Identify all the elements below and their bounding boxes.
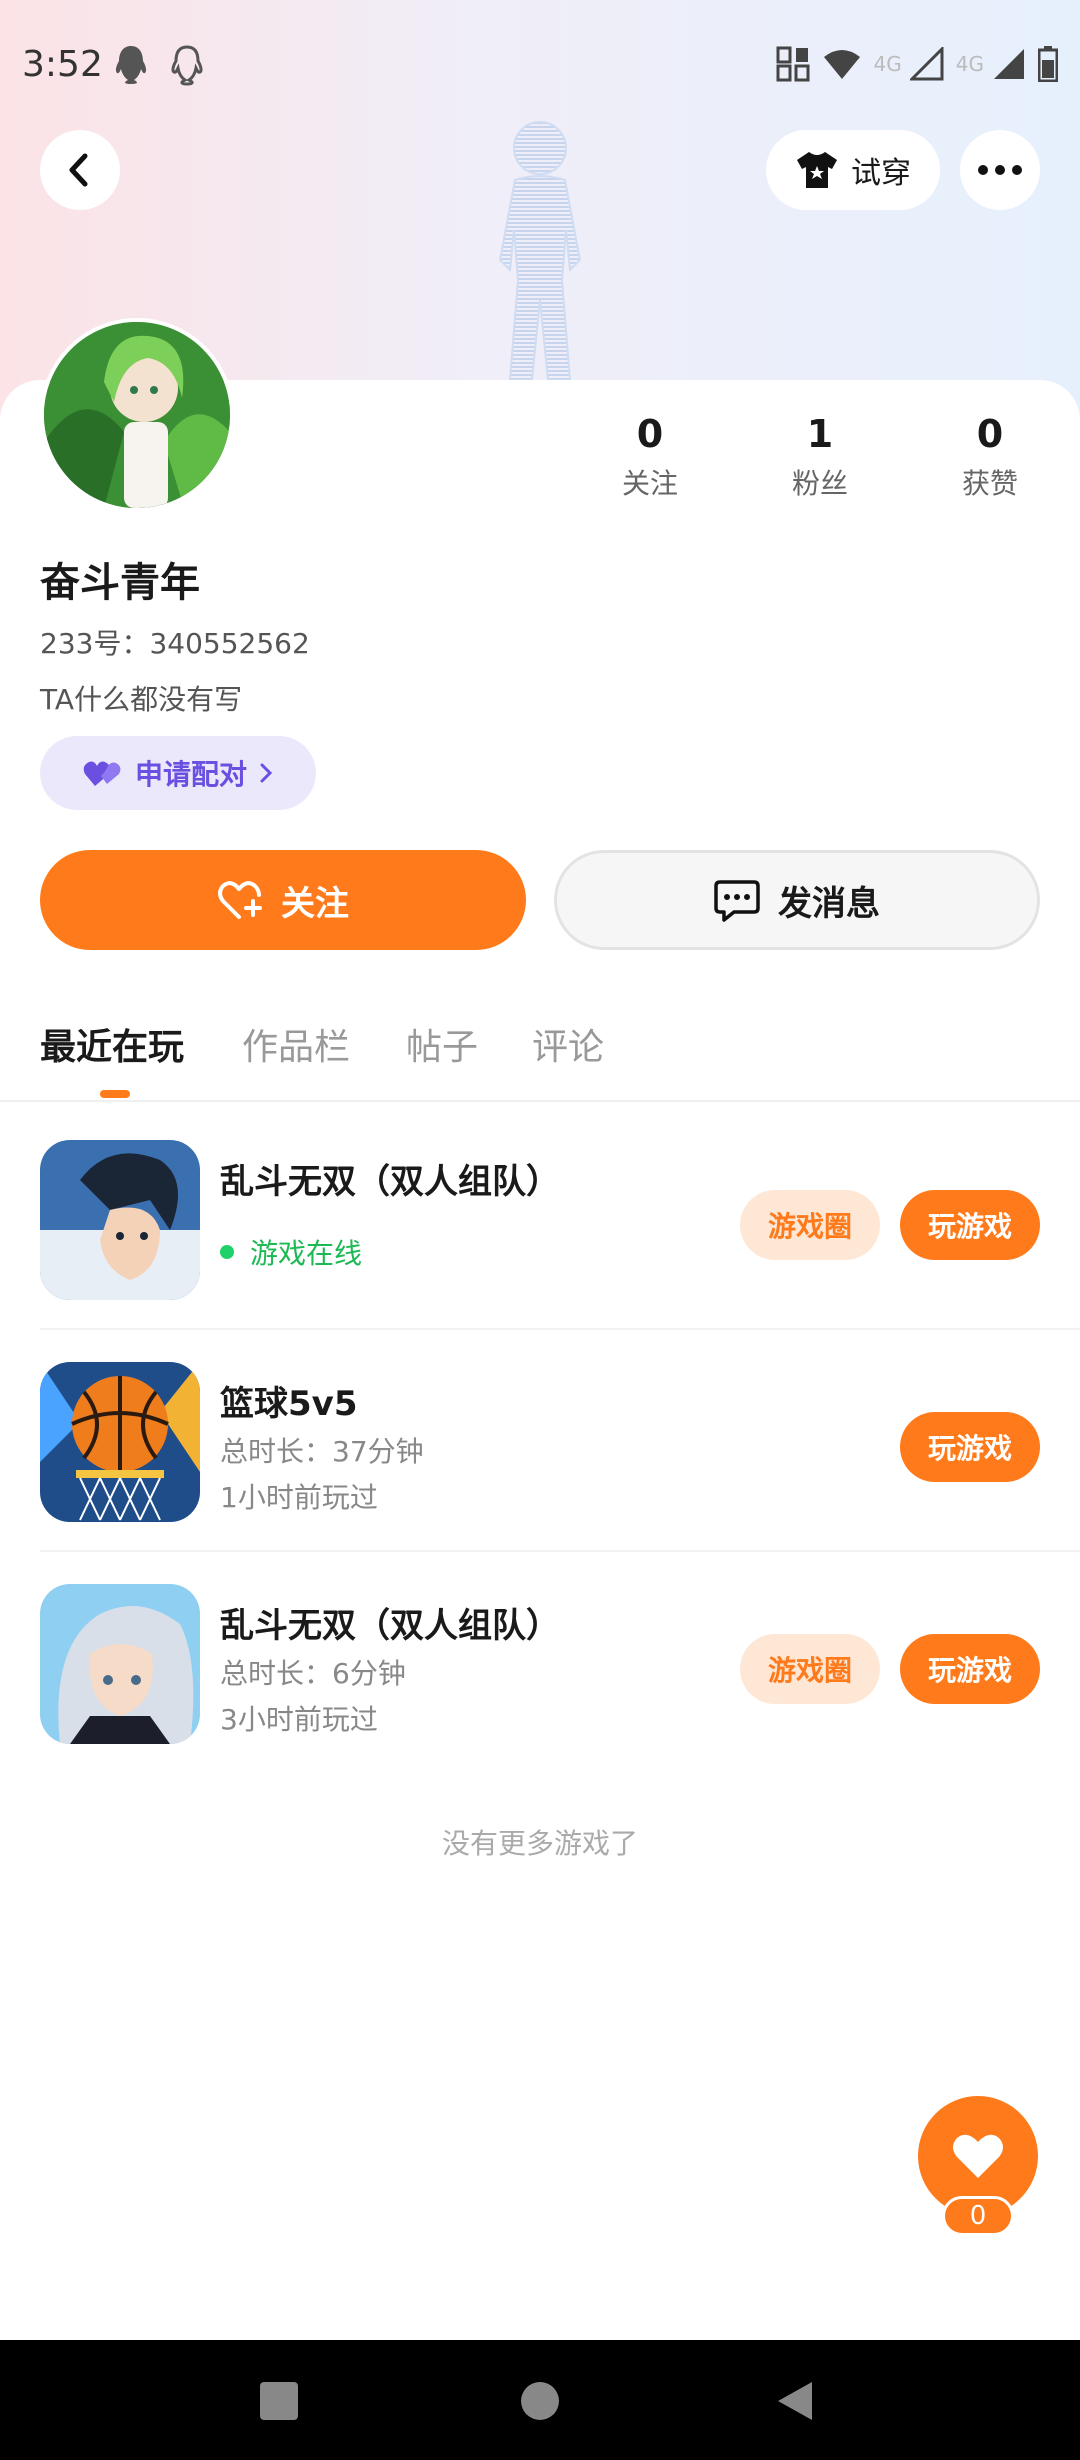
- stat-following[interactable]: 0 关注: [590, 412, 710, 502]
- stat-fans-label: 粉丝: [791, 467, 848, 500]
- battery-icon: [1038, 46, 1058, 82]
- play-game-button[interactable]: 玩游戏: [900, 1412, 1040, 1482]
- online-status-label: 游戏在线: [250, 1237, 363, 1270]
- game-circle-button[interactable]: 游戏圈: [740, 1634, 880, 1704]
- back-button[interactable]: [40, 130, 120, 210]
- row-divider: [40, 1550, 1080, 1552]
- try-on-button[interactable]: 试穿: [766, 130, 940, 210]
- game-icon[interactable]: [40, 1584, 200, 1744]
- wifi-icon: [823, 50, 860, 79]
- signal-icon: [994, 49, 1024, 79]
- home-icon[interactable]: [519, 2380, 561, 2422]
- tab-recently-played[interactable]: 最近在玩: [40, 1018, 184, 1070]
- more-dots-icon: [978, 165, 1022, 175]
- stat-following-count: 0: [636, 412, 664, 456]
- stat-following-label: 关注: [621, 467, 678, 500]
- follow-button[interactable]: 关注: [40, 850, 526, 950]
- game-icon[interactable]: [40, 1140, 200, 1300]
- status-time: 3:52: [22, 44, 103, 85]
- play-game-button[interactable]: 玩游戏: [900, 1634, 1040, 1704]
- game-circle-button[interactable]: 游戏圈: [740, 1190, 880, 1260]
- avatar-image: [44, 322, 230, 508]
- network-type-label: 4G: [873, 52, 902, 76]
- no-more-games-text: 没有更多游戏了: [441, 1827, 638, 1860]
- qq-icon: [115, 46, 147, 84]
- more-options-button[interactable]: [960, 130, 1040, 210]
- follow-label: 关注: [281, 883, 349, 924]
- try-on-label: 试穿: [851, 156, 911, 191]
- like-count: 0: [942, 2196, 1014, 2236]
- online-status: 游戏在线: [220, 1232, 362, 1272]
- profile-stats: 0 关注 1 粉丝 0 获赞: [590, 412, 1060, 522]
- game-cover-image: [40, 1140, 200, 1300]
- tab-works[interactable]: 作品栏: [242, 1018, 350, 1070]
- heart-icon: [953, 2134, 1003, 2178]
- stat-fans-count: 1: [806, 412, 834, 456]
- status-bar: 3:52 4G 4G: [0, 0, 1080, 130]
- send-message-label: 发消息: [778, 883, 880, 924]
- online-dot: [220, 1245, 234, 1259]
- back-nav-icon[interactable]: [774, 2380, 816, 2422]
- game-cover-image: [40, 1584, 200, 1744]
- active-tab-indicator: [100, 1090, 130, 1098]
- avatar-3d-figure: [498, 121, 582, 380]
- game-icon[interactable]: [40, 1362, 200, 1522]
- nickname: 奋斗青年: [40, 560, 200, 606]
- game-title: 乱斗无双（双人组队）: [220, 1606, 560, 1646]
- apply-pair-label: 申请配对: [134, 758, 247, 791]
- stat-fans[interactable]: 1 粉丝: [760, 412, 880, 502]
- game-title: 乱斗无双（双人组队）: [220, 1162, 560, 1202]
- row-divider: [40, 1328, 1080, 1330]
- heart-plus-icon: [218, 881, 262, 919]
- game-row[interactable]: 乱斗无双（双人组队） 总时长：6分钟 3小时前玩过 游戏圈 玩游戏: [0, 1554, 1080, 1774]
- game-row[interactable]: 篮球5v5 总时长：37分钟 1小时前玩过 玩游戏: [0, 1332, 1080, 1552]
- data-saver-icon: [776, 46, 810, 82]
- tabs-divider: [0, 1100, 1080, 1102]
- double-heart-icon: [83, 761, 121, 786]
- play-duration: 总时长：37分钟: [220, 1435, 424, 1468]
- send-message-button[interactable]: 发消息: [554, 850, 1040, 950]
- stat-likes-count: 0: [976, 412, 1004, 456]
- system-navigation-bar: [0, 2340, 1080, 2460]
- game-row[interactable]: 乱斗无双（双人组队） 游戏在线 游戏圈 玩游戏: [0, 1110, 1080, 1330]
- stat-likes[interactable]: 0 获赞: [930, 412, 1050, 502]
- network-type-label: 4G: [955, 52, 984, 76]
- bio: TA什么都没有写: [40, 683, 243, 716]
- chat-bubble-icon: [714, 880, 760, 922]
- play-game-button[interactable]: 玩游戏: [900, 1190, 1040, 1260]
- stat-likes-label: 获赞: [961, 467, 1018, 500]
- game-title: 篮球5v5: [220, 1384, 358, 1424]
- tab-posts[interactable]: 帖子: [406, 1018, 478, 1070]
- chevron-right-icon: [260, 763, 273, 783]
- game-cover-image: [40, 1362, 200, 1522]
- chevron-left-icon: [69, 153, 88, 187]
- recent-apps-icon[interactable]: [258, 2380, 300, 2422]
- apply-pair-button[interactable]: 申请配对: [40, 736, 316, 810]
- qq-outline-icon: [171, 45, 203, 86]
- tab-comments[interactable]: 评论: [532, 1018, 604, 1070]
- signal-icon: [909, 47, 944, 81]
- play-duration: 总时长：6分钟: [220, 1657, 406, 1690]
- shirt-icon: [797, 152, 837, 188]
- user-id[interactable]: 233号：340552562: [40, 622, 310, 662]
- avatar[interactable]: [40, 318, 234, 512]
- last-played: 1小时前玩过: [220, 1481, 378, 1514]
- last-played: 3小时前玩过: [220, 1703, 378, 1736]
